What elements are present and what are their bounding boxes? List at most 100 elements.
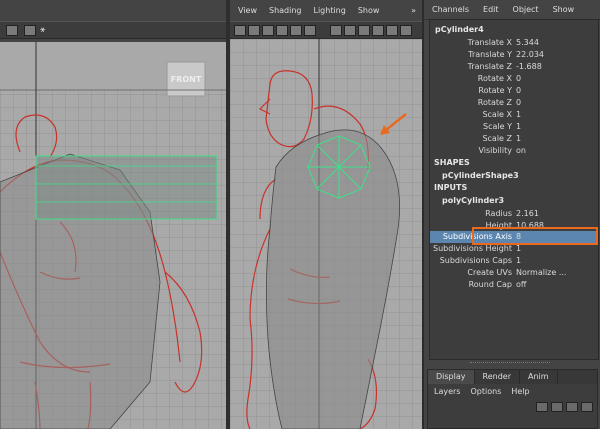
attr-create-uvs[interactable]: Create UVs Normalize ... (430, 267, 598, 279)
selected-cylinder-front[interactable] (35, 155, 218, 220)
smooth-shade-icon[interactable] (344, 25, 356, 36)
attr-value[interactable]: 22.034 (516, 50, 544, 59)
attr-value[interactable]: -1.688 (516, 62, 542, 71)
selected-cylinder-side[interactable] (307, 135, 371, 199)
menu-object[interactable]: Object (513, 5, 539, 14)
lock-camera-icon[interactable] (262, 25, 274, 36)
attr-value[interactable]: 0 (516, 98, 521, 107)
menu-help[interactable]: Help (511, 387, 529, 396)
menu-channels[interactable]: Channels (432, 5, 469, 14)
menu-layers[interactable]: Layers (434, 387, 460, 396)
attr-rotate-y[interactable]: Rotate Y 0 (430, 85, 598, 97)
lights-icon[interactable] (386, 25, 398, 36)
attr-visibility[interactable]: Visibility on (430, 145, 598, 157)
new-layer-selected-icon[interactable] (581, 402, 593, 412)
attr-scale-x[interactable]: Scale X 1 (430, 109, 598, 121)
shapes-header: SHAPES (434, 158, 470, 167)
image-plane-icon[interactable] (290, 25, 302, 36)
attr-label: Create UVs (467, 268, 512, 277)
panel-resize-grip[interactable] (470, 362, 550, 365)
attr-label: Rotate X (477, 74, 512, 83)
move-layer-down-icon[interactable] (551, 402, 563, 412)
menu-show[interactable]: Show (553, 5, 575, 14)
share-icon[interactable]: ⚹ (40, 25, 52, 36)
front-viewport-icon-bar: ⚹ (0, 21, 226, 39)
side-viewport-canvas (230, 39, 422, 429)
layer-editor-tabs: Display Render Anim (428, 370, 597, 384)
layer-editor: Display Render Anim Layers Options Help (427, 369, 598, 429)
bookmark-icon[interactable] (276, 25, 288, 36)
attr-value[interactable]: 2.161 (516, 209, 539, 218)
camera-icon[interactable] (6, 25, 18, 36)
attr-label: Translate Z (467, 62, 512, 71)
front-viewport[interactable]: ⚹ FRONT (0, 0, 226, 429)
attr-subdivisions-caps[interactable]: Subdivisions Caps 1 (430, 255, 598, 267)
attr-label: Subdivisions Caps (439, 256, 512, 265)
attr-label: Round Cap (468, 280, 512, 289)
select-camera-icon[interactable] (248, 25, 260, 36)
attr-translate-x[interactable]: Translate X 5.344 (430, 37, 598, 49)
menu-edit[interactable]: Edit (483, 5, 499, 14)
input-name[interactable]: polyCylinder3 (442, 196, 504, 205)
attr-value[interactable]: 1 (516, 256, 521, 265)
attr-value[interactable]: 1 (516, 122, 521, 131)
attr-label: Radius (485, 209, 512, 218)
attr-scale-y[interactable]: Scale Y 1 (430, 121, 598, 133)
attr-value[interactable]: 1 (516, 244, 521, 253)
textured-icon[interactable] (372, 25, 384, 36)
attr-value[interactable]: 5.344 (516, 38, 539, 47)
menu-lighting[interactable]: Lighting (313, 6, 345, 15)
attr-value[interactable]: 1 (516, 110, 521, 119)
tab-display[interactable]: Display (428, 370, 475, 384)
shadows-icon[interactable] (400, 25, 412, 36)
menu-more-icon[interactable]: » (411, 6, 416, 15)
attr-label: Visibility (478, 146, 512, 155)
attr-radius[interactable]: Radius 2.161 (430, 208, 598, 220)
side-viewport-menubar: View Shading Lighting Show » (230, 0, 422, 21)
annotation-highlight-box (472, 227, 598, 245)
attr-label: Translate X (467, 38, 512, 47)
move-layer-up-icon[interactable] (536, 402, 548, 412)
attr-round-cap[interactable]: Round Cap off (430, 279, 598, 291)
new-layer-icon[interactable] (566, 402, 578, 412)
attr-label: Scale Z (482, 134, 512, 143)
wireframe-on-shaded-icon[interactable] (358, 25, 370, 36)
tab-render[interactable]: Render (475, 370, 520, 384)
side-viewport-icon-bar (230, 21, 422, 39)
attr-label: Subdivisions Height (433, 244, 512, 253)
attr-label: Scale X (482, 110, 512, 119)
attr-label: Translate Y (468, 50, 512, 59)
attr-label: Scale Y (483, 122, 512, 131)
attr-value[interactable]: off (516, 280, 526, 289)
attr-scale-z[interactable]: Scale Z 1 (430, 133, 598, 145)
view-cube-label: FRONT (171, 75, 202, 84)
grid-icon[interactable] (304, 25, 316, 36)
camera-icon[interactable] (234, 25, 246, 36)
attr-rotate-x[interactable]: Rotate X 0 (430, 73, 598, 85)
menu-shading[interactable]: Shading (269, 6, 302, 15)
attr-value[interactable]: Normalize ... (516, 268, 566, 277)
menu-options[interactable]: Options (470, 387, 501, 396)
attr-translate-y[interactable]: Translate Y 22.034 (430, 49, 598, 61)
attr-label: Rotate Y (478, 86, 512, 95)
side-viewport[interactable]: View Shading Lighting Show » (230, 0, 422, 429)
shape-name[interactable]: pCylinderShape3 (442, 171, 519, 180)
front-viewport-toolbar: ⚹ (0, 0, 226, 42)
attr-value[interactable]: 0 (516, 74, 521, 83)
attr-value[interactable]: 0 (516, 86, 521, 95)
attr-label: Rotate Z (477, 98, 512, 107)
inputs-header: INPUTS (434, 183, 468, 192)
attr-value[interactable]: 1 (516, 134, 521, 143)
wireframe-icon[interactable] (330, 25, 342, 36)
layer-editor-icons (536, 402, 593, 412)
tab-anim[interactable]: Anim (520, 370, 558, 384)
attr-value[interactable]: on (516, 146, 526, 155)
object-name[interactable]: pCylinder4 (435, 25, 484, 34)
attr-translate-z[interactable]: Translate Z -1.688 (430, 61, 598, 73)
menu-view[interactable]: View (238, 6, 257, 15)
front-viewport-canvas: FRONT (0, 42, 226, 429)
menu-show[interactable]: Show (358, 6, 380, 15)
frame-icon[interactable] (24, 25, 36, 36)
channel-box-panel: pCylinder4 Translate X 5.344 Translate Y 2… (429, 19, 599, 360)
attr-rotate-z[interactable]: Rotate Z 0 (430, 97, 598, 109)
